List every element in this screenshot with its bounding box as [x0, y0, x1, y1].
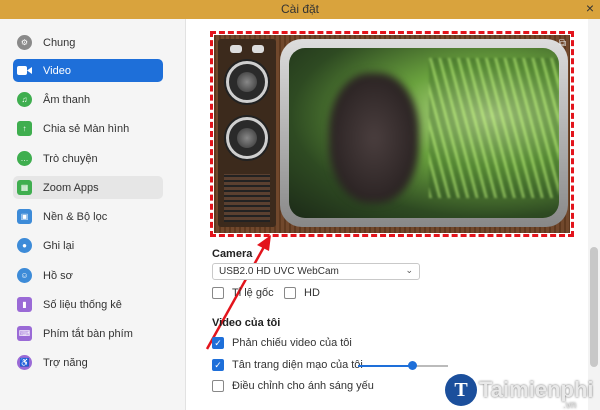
chat-icon: …	[17, 151, 32, 166]
sidebar-item-label: Trợ năng	[43, 356, 88, 369]
watermark-suffix: .vn	[563, 400, 577, 410]
low-light-option[interactable]: Điều chỉnh cho ánh sáng yếu	[212, 380, 374, 392]
sidebar-item-label: Âm thanh	[43, 93, 91, 106]
sidebar-item-label: Hồ sơ	[43, 269, 73, 282]
headphone-icon: ♫	[17, 92, 32, 107]
sidebar-item-audio[interactable]: ♫ Âm thanh	[13, 88, 163, 111]
stats-icon: ▮	[17, 297, 32, 312]
annotation-arrow	[205, 235, 271, 350]
sidebar-item-accessibility[interactable]: ♿ Trợ năng	[13, 351, 163, 374]
scrollbar[interactable]	[588, 19, 600, 410]
original-ratio-checkbox[interactable]	[212, 287, 224, 299]
profile-icon: ☺	[17, 268, 32, 283]
video-icon	[17, 63, 32, 78]
sidebar-item-label: Chung	[43, 36, 76, 49]
option-label: Tân trang diện mạo của tôi	[232, 359, 363, 371]
sidebar-item-label: Số liệu thống kê	[43, 298, 122, 311]
slider-fill	[358, 365, 412, 367]
sidebar-item-recording[interactable]: ● Ghi lại	[13, 234, 163, 257]
option-label: Tỉ lệ gốc	[232, 287, 274, 299]
camera-label: Camera	[212, 248, 253, 260]
chevron-down-icon: ⌄	[405, 265, 413, 275]
touch-up-checkbox[interactable]: ✓	[212, 359, 224, 371]
title-bar: Cài đặt ×	[0, 0, 600, 19]
sidebar-item-label: Phím tắt bàn phím	[43, 327, 133, 340]
original-ratio-option[interactable]: Tỉ lệ gốc	[212, 287, 274, 299]
keyboard-icon: ⌨	[17, 326, 32, 341]
sidebar-item-label: Chia sẻ Màn hình	[43, 122, 130, 135]
mirror-video-option[interactable]: ✓ Phản chiếu video của tôi	[212, 337, 352, 349]
mirror-video-checkbox[interactable]: ✓	[212, 337, 224, 349]
sidebar-item-zoom-apps[interactable]: ▦ Zoom Apps	[13, 176, 163, 199]
apps-icon: ▦	[17, 180, 32, 195]
watermark-logo: T	[445, 374, 477, 406]
share-screen-icon: ↑	[17, 121, 32, 136]
camera-select-value: USB2.0 HD UVC WebCam	[219, 266, 339, 277]
sidebar-item-profile[interactable]: ☺ Hồ sơ	[13, 264, 163, 287]
record-icon: ●	[17, 238, 32, 253]
my-video-label: Video của tôi	[212, 317, 281, 329]
sidebar-item-general[interactable]: ⚙ Chung	[13, 31, 163, 54]
sidebar-item-chat[interactable]: … Trò chuyện	[13, 147, 163, 170]
option-label: Điều chỉnh cho ánh sáng yếu	[232, 380, 374, 392]
hd-option[interactable]: HD	[284, 287, 320, 299]
gear-icon: ⚙	[17, 35, 32, 50]
sidebar-item-label: Ghi lại	[43, 239, 75, 252]
sidebar-item-video[interactable]: Video	[13, 59, 163, 82]
sidebar-item-statistics[interactable]: ▮ Số liệu thống kê	[13, 293, 163, 316]
option-label: HD	[304, 287, 320, 299]
touch-up-slider[interactable]	[358, 361, 448, 370]
background-icon: ▣	[17, 209, 32, 224]
touch-up-option[interactable]: ✓ Tân trang diện mạo của tôi	[212, 359, 363, 371]
camera-select[interactable]: USB2.0 HD UVC WebCam ⌄	[212, 263, 420, 280]
sidebar-item-keyboard-shortcuts[interactable]: ⌨ Phím tắt bàn phím	[13, 322, 163, 345]
hd-checkbox[interactable]	[284, 287, 296, 299]
low-light-checkbox[interactable]	[212, 380, 224, 392]
watermark: T Taimienphi .vn	[445, 374, 594, 410]
sidebar-item-label: Zoom Apps	[43, 181, 99, 194]
sidebar-item-share-screen[interactable]: ↑ Chia sẻ Màn hình	[13, 117, 163, 140]
sidebar-item-background[interactable]: ▣ Nền & Bộ lọc	[13, 205, 163, 228]
settings-sidebar: ⚙ Chung Video ♫ Âm thanh ↑ Chia sẻ Màn h…	[0, 19, 186, 410]
option-label: Phản chiếu video của tôi	[232, 337, 352, 349]
sidebar-item-label: Trò chuyện	[43, 152, 98, 165]
sidebar-item-label: Video	[43, 64, 71, 77]
slider-thumb[interactable]	[408, 361, 417, 370]
close-icon[interactable]: ×	[586, 0, 594, 16]
video-settings-panel: ⧉ Camera USB2.0 HD UVC WebCam ⌄ Tỉ lệ gố…	[187, 19, 600, 410]
accessibility-icon: ♿	[17, 355, 32, 370]
sidebar-item-label: Nền & Bộ lọc	[43, 210, 108, 223]
scrollbar-thumb[interactable]	[590, 247, 598, 367]
window-title: Cài đặt	[280, 2, 320, 16]
